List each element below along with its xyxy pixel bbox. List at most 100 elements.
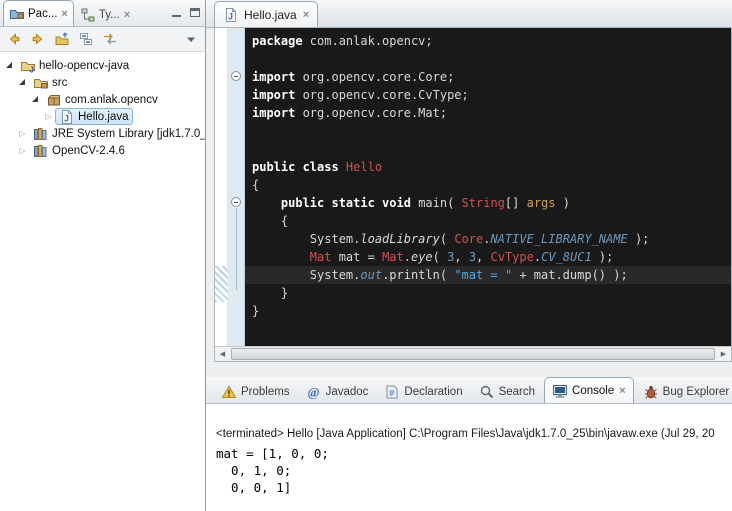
scroll-right-icon[interactable]: ▶ <box>716 347 731 361</box>
tree-item-content[interactable]: src <box>29 74 71 91</box>
view-tab-ty[interactable]: Ty... × <box>75 3 135 26</box>
package-icon <box>46 92 62 108</box>
left-view-tabbar: Pac... × Ty... × <box>0 0 205 27</box>
code-line: public static void main( String[] args ) <box>252 194 731 212</box>
java-file-icon: J <box>59 109 75 125</box>
view-menu-icon[interactable] <box>182 30 200 48</box>
tree-item-hello-java[interactable]: ▷ J Hello.java <box>0 108 205 125</box>
code-line: System.out.println( "mat = " + mat.dump(… <box>245 266 731 284</box>
java-file-icon: J <box>223 7 239 23</box>
collapse-arrow-icon[interactable] <box>17 77 28 88</box>
editor-tab-label: Hello.java <box>244 8 297 22</box>
view-tab-label: Ty... <box>99 9 120 21</box>
javadoc-icon: @ <box>306 384 322 400</box>
eclipse-window: Pac... × Ty... × Jhello-opencv-java src com.a… <box>0 0 732 511</box>
close-icon[interactable]: × <box>619 386 625 396</box>
tree-item-label: Hello.java <box>78 111 129 123</box>
tree-item-src[interactable]: src <box>0 74 205 91</box>
close-icon[interactable]: × <box>61 9 67 19</box>
editor-tab-hello-java[interactable]: J Hello.java × <box>214 1 318 27</box>
code-line <box>252 122 731 140</box>
up-icon[interactable] <box>53 30 71 48</box>
collapse-arrow-icon[interactable] <box>4 60 15 71</box>
tree-item-content[interactable]: com.anlak.opencv <box>42 91 162 108</box>
link-with-editor-icon[interactable] <box>101 30 119 48</box>
panel-tab-search[interactable]: Search <box>472 380 542 403</box>
expand-arrow-icon[interactable]: ▷ <box>43 111 54 122</box>
editor-frame: package com.anlak.opencv; import org.open… <box>214 28 732 362</box>
scrollbar-thumb[interactable] <box>231 348 715 360</box>
code-area[interactable]: package com.anlak.opencv; import org.open… <box>245 28 731 346</box>
panel-tab-label: Bug Explorer <box>663 386 729 398</box>
panel-tab-label: Javadoc <box>326 386 369 398</box>
code-line: Mat mat = Mat.eye( 3, 3, CvType.CV_8UC1 … <box>252 248 731 266</box>
code-line <box>252 50 731 68</box>
left-view-tabs: Pac... × Ty... × <box>3 0 166 26</box>
console-view: <terminated> Hello [Java Application] C:… <box>206 404 732 511</box>
tree-item-jre-system-library-jdk1-7-0-25[interactable]: ▷JRE System Library [jdk1.7.0_25] <box>0 125 205 142</box>
code-line: { <box>252 176 731 194</box>
panel-tab-javadoc[interactable]: @ Javadoc <box>299 380 376 403</box>
code-line: { <box>252 212 731 230</box>
collapse-arrow-icon[interactable] <box>30 94 41 105</box>
close-icon[interactable]: × <box>303 10 309 20</box>
forward-icon[interactable] <box>29 30 47 48</box>
scroll-left-icon[interactable]: ◀ <box>215 347 230 361</box>
tree-item-com-anlak-opencv[interactable]: com.anlak.opencv <box>0 91 205 108</box>
fold-collapse-icon[interactable] <box>231 197 241 207</box>
problems-icon <box>221 384 237 400</box>
expand-arrow-icon[interactable]: ▷ <box>17 128 28 139</box>
tree-item-label: com.anlak.opencv <box>65 94 158 106</box>
panel-tab-problems[interactable]: Problems <box>214 380 297 403</box>
search-icon <box>479 384 495 400</box>
annotation-ruler <box>215 28 228 346</box>
code-line: System.loadLibrary( Core.NATIVE_LIBRARY_… <box>252 230 731 248</box>
library-icon <box>33 126 49 142</box>
panel-tab-console[interactable]: Console × <box>544 377 634 403</box>
maximize-icon[interactable] <box>187 5 202 20</box>
tree-item-opencv-2-4-6[interactable]: ▷OpenCV-2.4.6 <box>0 142 205 159</box>
bottom-view-tabbar: Problems @ Javadoc Declaration Search Console… <box>206 377 732 404</box>
code-line: import org.opencv.core.CvType; <box>252 86 731 104</box>
library-icon <box>33 143 49 159</box>
panel-tab-label: Console <box>572 385 614 397</box>
folding-ruler[interactable] <box>228 28 245 346</box>
close-icon[interactable]: × <box>124 10 130 20</box>
tree-item-hello-opencv-java[interactable]: Jhello-opencv-java <box>0 57 205 74</box>
horizontal-sash[interactable] <box>206 362 732 377</box>
console-process-label: <terminated> Hello [Java Application] C:… <box>216 428 732 440</box>
view-window-buttons <box>166 0 205 26</box>
tree-item-label: src <box>52 77 67 89</box>
tree-item-content[interactable]: JRE System Library [jdk1.7.0_25] <box>29 125 205 142</box>
code-line: public class Hello <box>252 158 731 176</box>
code-line: import org.opencv.core.Core; <box>252 68 731 86</box>
svg-text:J: J <box>64 113 69 123</box>
console-output[interactable]: mat = [1, 0, 0; 0, 1, 0; 0, 0, 1] <box>216 445 732 496</box>
code-line: import org.opencv.core.Mat; <box>252 104 731 122</box>
tree-item-content[interactable]: OpenCV-2.4.6 <box>29 142 129 159</box>
tree-item-content[interactable]: Jhello-opencv-java <box>16 57 133 74</box>
panel-tab-label: Search <box>499 386 535 398</box>
panel-tab-label: Problems <box>241 386 290 398</box>
console-icon <box>552 383 568 399</box>
package-explorer-toolbar <box>0 27 205 52</box>
expand-arrow-icon[interactable]: ▷ <box>17 145 28 156</box>
view-tab-label: Pac... <box>28 8 57 20</box>
java-project-icon: J <box>20 58 36 74</box>
minimize-icon[interactable] <box>169 5 184 20</box>
fold-collapse-icon[interactable] <box>231 71 241 81</box>
svg-text:J: J <box>228 11 233 21</box>
collapse-all-icon[interactable] <box>77 30 95 48</box>
panel-tab-declaration[interactable]: Declaration <box>377 380 469 403</box>
panel-tab-bug-explorer[interactable]: Bug Explorer <box>636 380 732 403</box>
code-editor[interactable]: package com.anlak.opencv; import org.open… <box>215 28 731 346</box>
editor-and-console-area: J Hello.java × package com.anlak.opencv;… <box>206 0 732 511</box>
tree-item-content[interactable]: J Hello.java <box>55 108 133 125</box>
view-tab-pac[interactable]: Pac... × <box>3 0 74 26</box>
editor-horizontal-scrollbar[interactable]: ◀ ▶ <box>215 346 731 361</box>
code-line: package com.anlak.opencv; <box>252 32 731 50</box>
range-indicator <box>215 266 228 302</box>
project-tree: Jhello-opencv-javasrccom.anlak.opencv▷JH… <box>0 52 205 511</box>
back-icon[interactable] <box>5 30 23 48</box>
panel-tab-label: Declaration <box>404 386 462 398</box>
